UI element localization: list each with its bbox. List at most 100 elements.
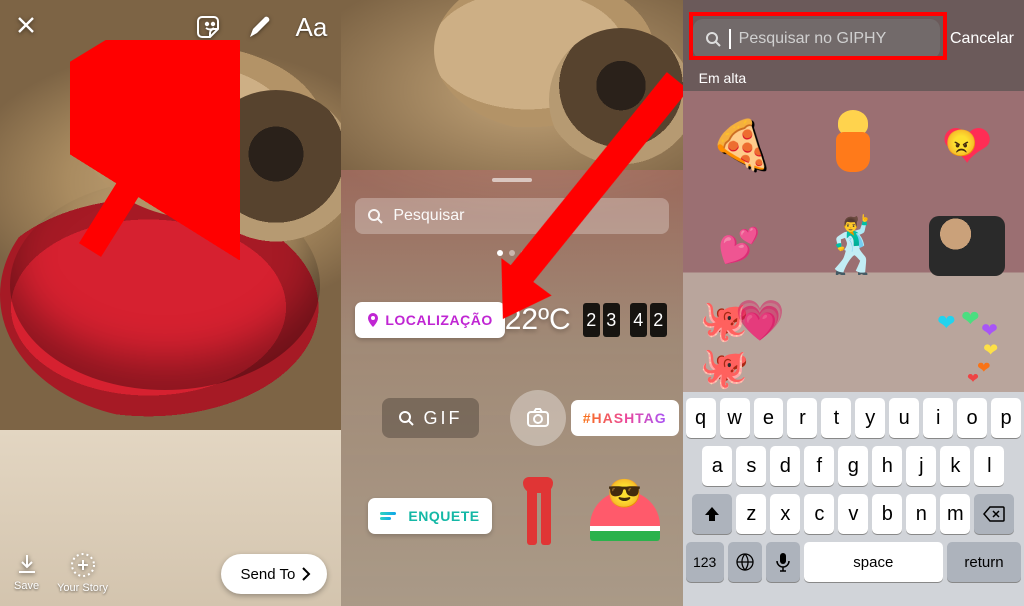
giphy-search-placeholder: Pesquisar no GIPHY bbox=[739, 30, 887, 48]
gif-kissing-creatures[interactable]: 🐙💗🐙 bbox=[700, 304, 780, 384]
poll-sticker[interactable]: ENQUETE bbox=[368, 498, 491, 534]
sticker-drawer: Pesquisar LOCALIZAÇÃO 22ºC 2 3 4 2 GIF bbox=[341, 170, 682, 606]
text-tool-button[interactable]: Aa bbox=[296, 12, 328, 43]
gif-angry-heart[interactable]: ❤ bbox=[927, 106, 1007, 186]
key-s[interactable]: s bbox=[736, 446, 766, 486]
clock-digit: 2 bbox=[650, 303, 667, 337]
giphy-top-bar: Pesquisar no GIPHY Cancelar bbox=[693, 16, 1014, 62]
photo-dog-head bbox=[549, 28, 682, 172]
gif-rainbow-hearts[interactable]: ❤ ❤ ❤ ❤ ❤ ❤ bbox=[927, 304, 1007, 384]
globe-icon bbox=[735, 552, 755, 572]
page-indicator bbox=[497, 250, 527, 256]
key-v[interactable]: v bbox=[838, 494, 868, 534]
watermelon-sticker[interactable] bbox=[590, 491, 660, 541]
gif-dancing-man[interactable]: 🕺 bbox=[813, 206, 893, 286]
key-r[interactable]: r bbox=[787, 398, 817, 438]
editor-top-toolbar: Aa bbox=[0, 0, 341, 54]
location-sticker[interactable]: LOCALIZAÇÃO bbox=[355, 302, 504, 338]
gif-man-photo[interactable] bbox=[927, 206, 1007, 286]
send-to-label: Send To bbox=[241, 566, 296, 583]
clock-digit: 2 bbox=[583, 303, 600, 337]
sticker-search-field[interactable]: Pesquisar bbox=[355, 198, 668, 234]
key-p[interactable]: p bbox=[991, 398, 1021, 438]
sticker-tool-button[interactable] bbox=[196, 13, 224, 41]
clock-digit: 4 bbox=[630, 303, 647, 337]
shift-icon bbox=[703, 505, 721, 523]
key-o[interactable]: o bbox=[957, 398, 987, 438]
hashtag-sticker[interactable]: #HASHTAG bbox=[571, 400, 679, 436]
trending-gif-grid: 🍕 ❤ 💕 🕺 🐙💗🐙 ❤ ❤ ❤ ❤ ❤ ❤ bbox=[683, 96, 1024, 392]
gif-search-button[interactable]: GIF bbox=[382, 398, 479, 438]
search-icon bbox=[705, 31, 721, 47]
search-icon bbox=[367, 208, 383, 224]
draw-tool-button[interactable] bbox=[246, 13, 274, 41]
clock-sticker[interactable]: 2 3 4 2 bbox=[583, 303, 667, 337]
key-n[interactable]: n bbox=[906, 494, 936, 534]
key-q[interactable]: q bbox=[686, 398, 716, 438]
key-h[interactable]: h bbox=[872, 446, 902, 486]
scarf-sticker[interactable] bbox=[513, 477, 563, 555]
key-f[interactable]: f bbox=[804, 446, 834, 486]
key-z[interactable]: z bbox=[736, 494, 766, 534]
sticker-search-placeholder: Pesquisar bbox=[393, 207, 464, 225]
key-d[interactable]: d bbox=[770, 446, 800, 486]
gif-two-hearts[interactable]: 💕 bbox=[700, 206, 780, 286]
close-button[interactable] bbox=[14, 13, 38, 42]
gif-label: GIF bbox=[424, 408, 463, 429]
your-story-button[interactable]: Your Story bbox=[57, 552, 108, 594]
key-shift[interactable] bbox=[692, 494, 732, 534]
camera-sticker[interactable] bbox=[510, 390, 566, 446]
key-w[interactable]: w bbox=[720, 398, 750, 438]
key-x[interactable]: x bbox=[770, 494, 800, 534]
key-b[interactable]: b bbox=[872, 494, 902, 534]
sticker-grid: LOCALIZAÇÃO 22ºC 2 3 4 2 GIF #HASHTAG bbox=[341, 274, 682, 606]
key-t[interactable]: t bbox=[821, 398, 851, 438]
gif-empty bbox=[813, 304, 893, 384]
gif-pizza[interactable]: 🍕 bbox=[693, 100, 786, 193]
key-l[interactable]: l bbox=[974, 446, 1004, 486]
keyboard-row-1: q w e r t y u i o p bbox=[686, 398, 1021, 438]
location-sticker-label: LOCALIZAÇÃO bbox=[385, 312, 492, 328]
bottom-left-actions: Save Your Story bbox=[14, 552, 108, 594]
key-e[interactable]: e bbox=[754, 398, 784, 438]
poll-bars-icon bbox=[380, 512, 396, 520]
key-u[interactable]: u bbox=[889, 398, 919, 438]
search-icon bbox=[398, 410, 414, 426]
text-cursor bbox=[729, 29, 731, 49]
camera-icon bbox=[525, 405, 551, 431]
trending-header: Em alta bbox=[699, 70, 746, 86]
key-globe[interactable] bbox=[728, 542, 762, 582]
ios-keyboard: q w e r t y u i o p a s d f g h j k l z bbox=[683, 392, 1024, 606]
key-m[interactable]: m bbox=[940, 494, 970, 534]
key-i[interactable]: i bbox=[923, 398, 953, 438]
story-photo-background bbox=[0, 0, 341, 606]
key-c[interactable]: c bbox=[804, 494, 834, 534]
key-return[interactable]: return bbox=[947, 542, 1021, 582]
key-y[interactable]: y bbox=[855, 398, 885, 438]
key-k[interactable]: k bbox=[940, 446, 970, 486]
cancel-button[interactable]: Cancelar bbox=[950, 30, 1014, 48]
keyboard-row-3: z x c v b n m bbox=[686, 494, 1021, 534]
drawer-handle[interactable] bbox=[492, 178, 532, 182]
key-backspace[interactable] bbox=[974, 494, 1014, 534]
panel-sticker-drawer: Pesquisar LOCALIZAÇÃO 22ºC 2 3 4 2 GIF bbox=[341, 0, 682, 606]
key-a[interactable]: a bbox=[702, 446, 732, 486]
key-numbers[interactable]: 123 bbox=[686, 542, 724, 582]
editor-bottom-bar: Save Your Story Send To bbox=[0, 552, 341, 594]
save-button[interactable]: Save bbox=[14, 552, 39, 594]
temperature-sticker[interactable]: 22ºC bbox=[505, 303, 571, 337]
key-g[interactable]: g bbox=[838, 446, 868, 486]
panel-story-editor: Aa Save Your Story Send To bbox=[0, 0, 341, 606]
your-story-label: Your Story bbox=[57, 582, 108, 594]
key-space[interactable]: space bbox=[804, 542, 943, 582]
gif-lisa-simpson[interactable] bbox=[813, 106, 893, 186]
key-dictation[interactable] bbox=[766, 542, 800, 582]
keyboard-row-4: 123 space return bbox=[686, 542, 1021, 582]
clock-digit: 3 bbox=[603, 303, 620, 337]
save-label: Save bbox=[14, 580, 39, 592]
key-j[interactable]: j bbox=[906, 446, 936, 486]
pin-icon bbox=[367, 313, 379, 327]
send-to-button[interactable]: Send To bbox=[221, 554, 328, 594]
text-tool-label: Aa bbox=[296, 12, 328, 42]
giphy-search-field[interactable]: Pesquisar no GIPHY bbox=[693, 19, 940, 59]
